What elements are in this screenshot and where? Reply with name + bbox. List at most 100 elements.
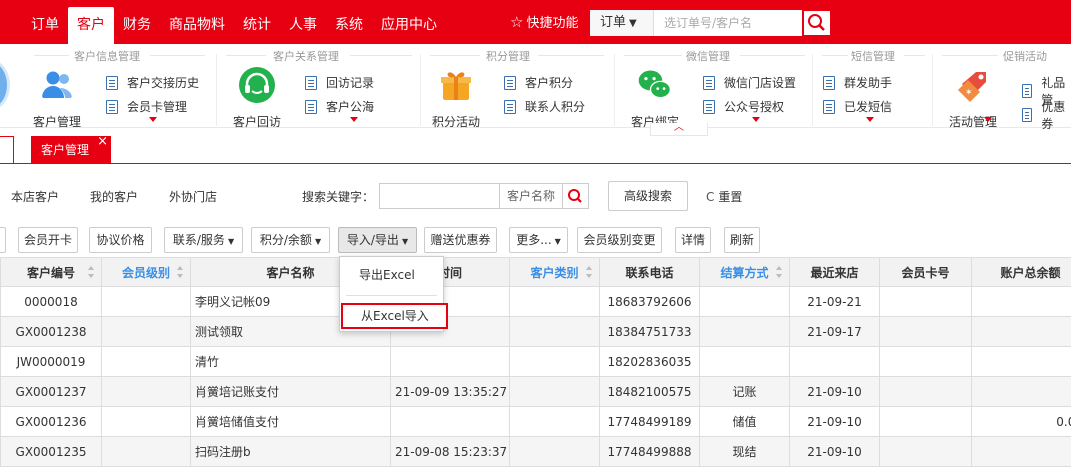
sort-icon[interactable]	[776, 266, 783, 278]
cell-customer-category	[509, 406, 600, 437]
filter-store-customers[interactable]: 本店客户	[11, 188, 59, 205]
details-button[interactable]: 详情	[675, 227, 711, 253]
col-customer-category[interactable]: 客户类别	[509, 257, 600, 287]
search-button[interactable]	[802, 9, 832, 37]
separator	[614, 54, 615, 126]
quick-func-label: 快捷功能	[526, 16, 579, 31]
cell-balance: 0	[971, 346, 1071, 377]
keyword-search-button[interactable]	[563, 183, 589, 209]
keyword-input[interactable]	[379, 183, 500, 209]
member-card-open-button[interactable]: 会员开卡	[18, 227, 78, 253]
menu-item-system[interactable]: 系统	[326, 7, 372, 44]
menu-item-orders[interactable]: 订单	[22, 7, 68, 44]
cell-settlement: 记账	[699, 376, 790, 407]
table-row[interactable]: GX0001238测试领取1838475173321-09-170	[0, 316, 1071, 347]
menu-item-stats[interactable]: 统计	[234, 7, 280, 44]
search-icon	[808, 14, 825, 31]
dropdown-arrow-icon[interactable]	[752, 117, 760, 122]
menu-item-import-excel[interactable]: 从Excel导入	[341, 303, 448, 329]
table-row[interactable]: GX0001235 扫码注册b 21-09-08 15:23:37 177484998…	[0, 436, 1071, 467]
col-last-visit[interactable]: 最近来店	[789, 257, 880, 287]
menu-item-finance[interactable]: 财务	[114, 7, 160, 44]
sent-sms-button[interactable]: 已发短信	[823, 98, 892, 115]
col-member-card[interactable]: 会员卡号	[879, 257, 972, 287]
separator	[216, 54, 217, 126]
member-level-change-button[interactable]: 会员级别变更	[577, 227, 662, 253]
divider	[904, 55, 925, 56]
agreement-price-button[interactable]: 协议价格	[89, 227, 152, 253]
filter-my-customers[interactable]: 我的客户	[90, 188, 138, 205]
search-input[interactable]: 选订单号/客户名	[664, 10, 752, 36]
customer-points-button[interactable]: 客户积分	[504, 74, 573, 91]
cell-customer-category	[509, 316, 600, 347]
search-field-select[interactable]: 客户名称	[500, 183, 563, 209]
contact-service-dropdown[interactable]: 联系/服务 ▼	[164, 227, 243, 253]
table-row[interactable]: 0000018李明义记帐091868379260621-09-210	[0, 286, 1071, 317]
col-customer-id[interactable]: 客户编号	[0, 257, 102, 287]
dropdown-arrow-icon[interactable]	[984, 117, 992, 122]
refresh-button[interactable]: 刷新	[724, 227, 760, 253]
sort-icon[interactable]	[177, 266, 184, 278]
col-balance[interactable]: 账户总余额	[971, 257, 1071, 287]
customer-revisit-button[interactable]: 客户回访	[225, 66, 289, 130]
menu-item-apps[interactable]: 应用中心	[372, 7, 446, 44]
sort-icon[interactable]	[88, 266, 95, 278]
customer-manage-button[interactable]: 客户管理	[25, 66, 89, 130]
cell-customer-id: 0000018	[0, 286, 102, 317]
search-type-label: 订单	[600, 15, 627, 30]
sort-icon[interactable]	[586, 266, 593, 278]
cell-customer-id: GX0001238	[0, 316, 102, 347]
table-row[interactable]: GX0001237 肖黉培记账支付 21-09-09 13:35:27 1848210…	[0, 376, 1071, 407]
cell-settlement	[699, 346, 790, 377]
cell-member-card	[879, 346, 972, 377]
cell-last-visit: 21-09-10	[789, 376, 880, 407]
separator	[420, 54, 421, 126]
official-account-auth-button[interactable]: 公众号授权	[703, 98, 784, 115]
toolbar-partial-button[interactable]	[0, 227, 6, 253]
tab-previous[interactable]	[0, 136, 14, 164]
dropdown-arrow-icon[interactable]	[350, 117, 358, 122]
points-activity-button[interactable]: 积分活动	[424, 66, 488, 130]
revisit-record-button[interactable]: 回访记录	[305, 74, 374, 91]
customer-table: 客户编号 会员级别 客户名称 时间 客户类别 联系电话 结算方式 最近来店 会员…	[0, 257, 1071, 469]
star-icon: ☆	[510, 13, 524, 31]
col-balance-label: 账户总余额	[1000, 265, 1061, 280]
table-row[interactable]: JW0000019 清竹 18202836035 0	[0, 346, 1071, 377]
advanced-search-button[interactable]: 高级搜索	[608, 181, 688, 211]
menu-item-export-excel[interactable]: 导出Excel	[340, 265, 443, 285]
filter-outsource-stores[interactable]: 外协门店	[169, 188, 217, 205]
coupon-label: 优惠券	[1041, 100, 1066, 131]
wechat-store-settings-button[interactable]: 微信门店设置	[703, 74, 796, 91]
mass-sms-button[interactable]: 群发助手	[823, 74, 892, 91]
coupon-button[interactable]: 优惠券	[1022, 98, 1071, 132]
col-member-level-label: 会员级别	[121, 265, 170, 280]
dropdown-arrow-icon[interactable]	[866, 117, 874, 122]
menu-item-customers[interactable]: 客户	[68, 7, 114, 44]
col-phone[interactable]: 联系电话	[599, 257, 700, 287]
activity-manage-button[interactable]: ✶ 活动管理	[941, 66, 1005, 130]
cell-time: 21-09-08 15:23:37	[390, 436, 510, 467]
points-balance-dropdown[interactable]: 积分/余额 ▼	[251, 227, 330, 253]
quick-func-link[interactable]: ☆ 快捷功能	[510, 12, 578, 31]
dropdown-arrow-icon[interactable]	[149, 117, 157, 122]
customer-bind-button[interactable]: 客户绑定	[623, 66, 687, 130]
tab-customer-manage[interactable]: 客户管理 ×	[31, 134, 111, 164]
more-dropdown[interactable]: 更多... ▼	[509, 227, 568, 253]
search-type-select[interactable]: 订单 ▼	[590, 10, 654, 36]
menu-item-hr[interactable]: 人事	[280, 7, 326, 44]
close-icon[interactable]: ×	[97, 128, 108, 156]
col-settlement[interactable]: 结算方式	[699, 257, 790, 287]
col-member-level[interactable]: 会员级别	[101, 257, 191, 287]
import-export-dropdown[interactable]: 导入/导出 ▼	[338, 227, 417, 253]
cell-settlement	[699, 286, 790, 317]
member-card-manage-button[interactable]: 会员卡管理	[106, 98, 187, 115]
gift-coupon-button[interactable]: 赠送优惠券	[424, 227, 497, 253]
contact-points-button[interactable]: 联系人积分	[504, 98, 585, 115]
table-row[interactable]: GX0001236 肖黉培储值支付 17748499189储值21-09-10 0.0…	[0, 406, 1071, 437]
col-customer-category-label: 客户类别	[530, 265, 579, 280]
customer-sea-button[interactable]: 客户公海	[305, 98, 374, 115]
collapse-ribbon-button[interactable]: ︿	[650, 123, 708, 136]
customer-handover-history-button[interactable]: 客户交接历史	[106, 74, 199, 91]
menu-item-goods[interactable]: 商品物料	[160, 7, 234, 44]
reset-button[interactable]: C 重置	[706, 188, 742, 205]
